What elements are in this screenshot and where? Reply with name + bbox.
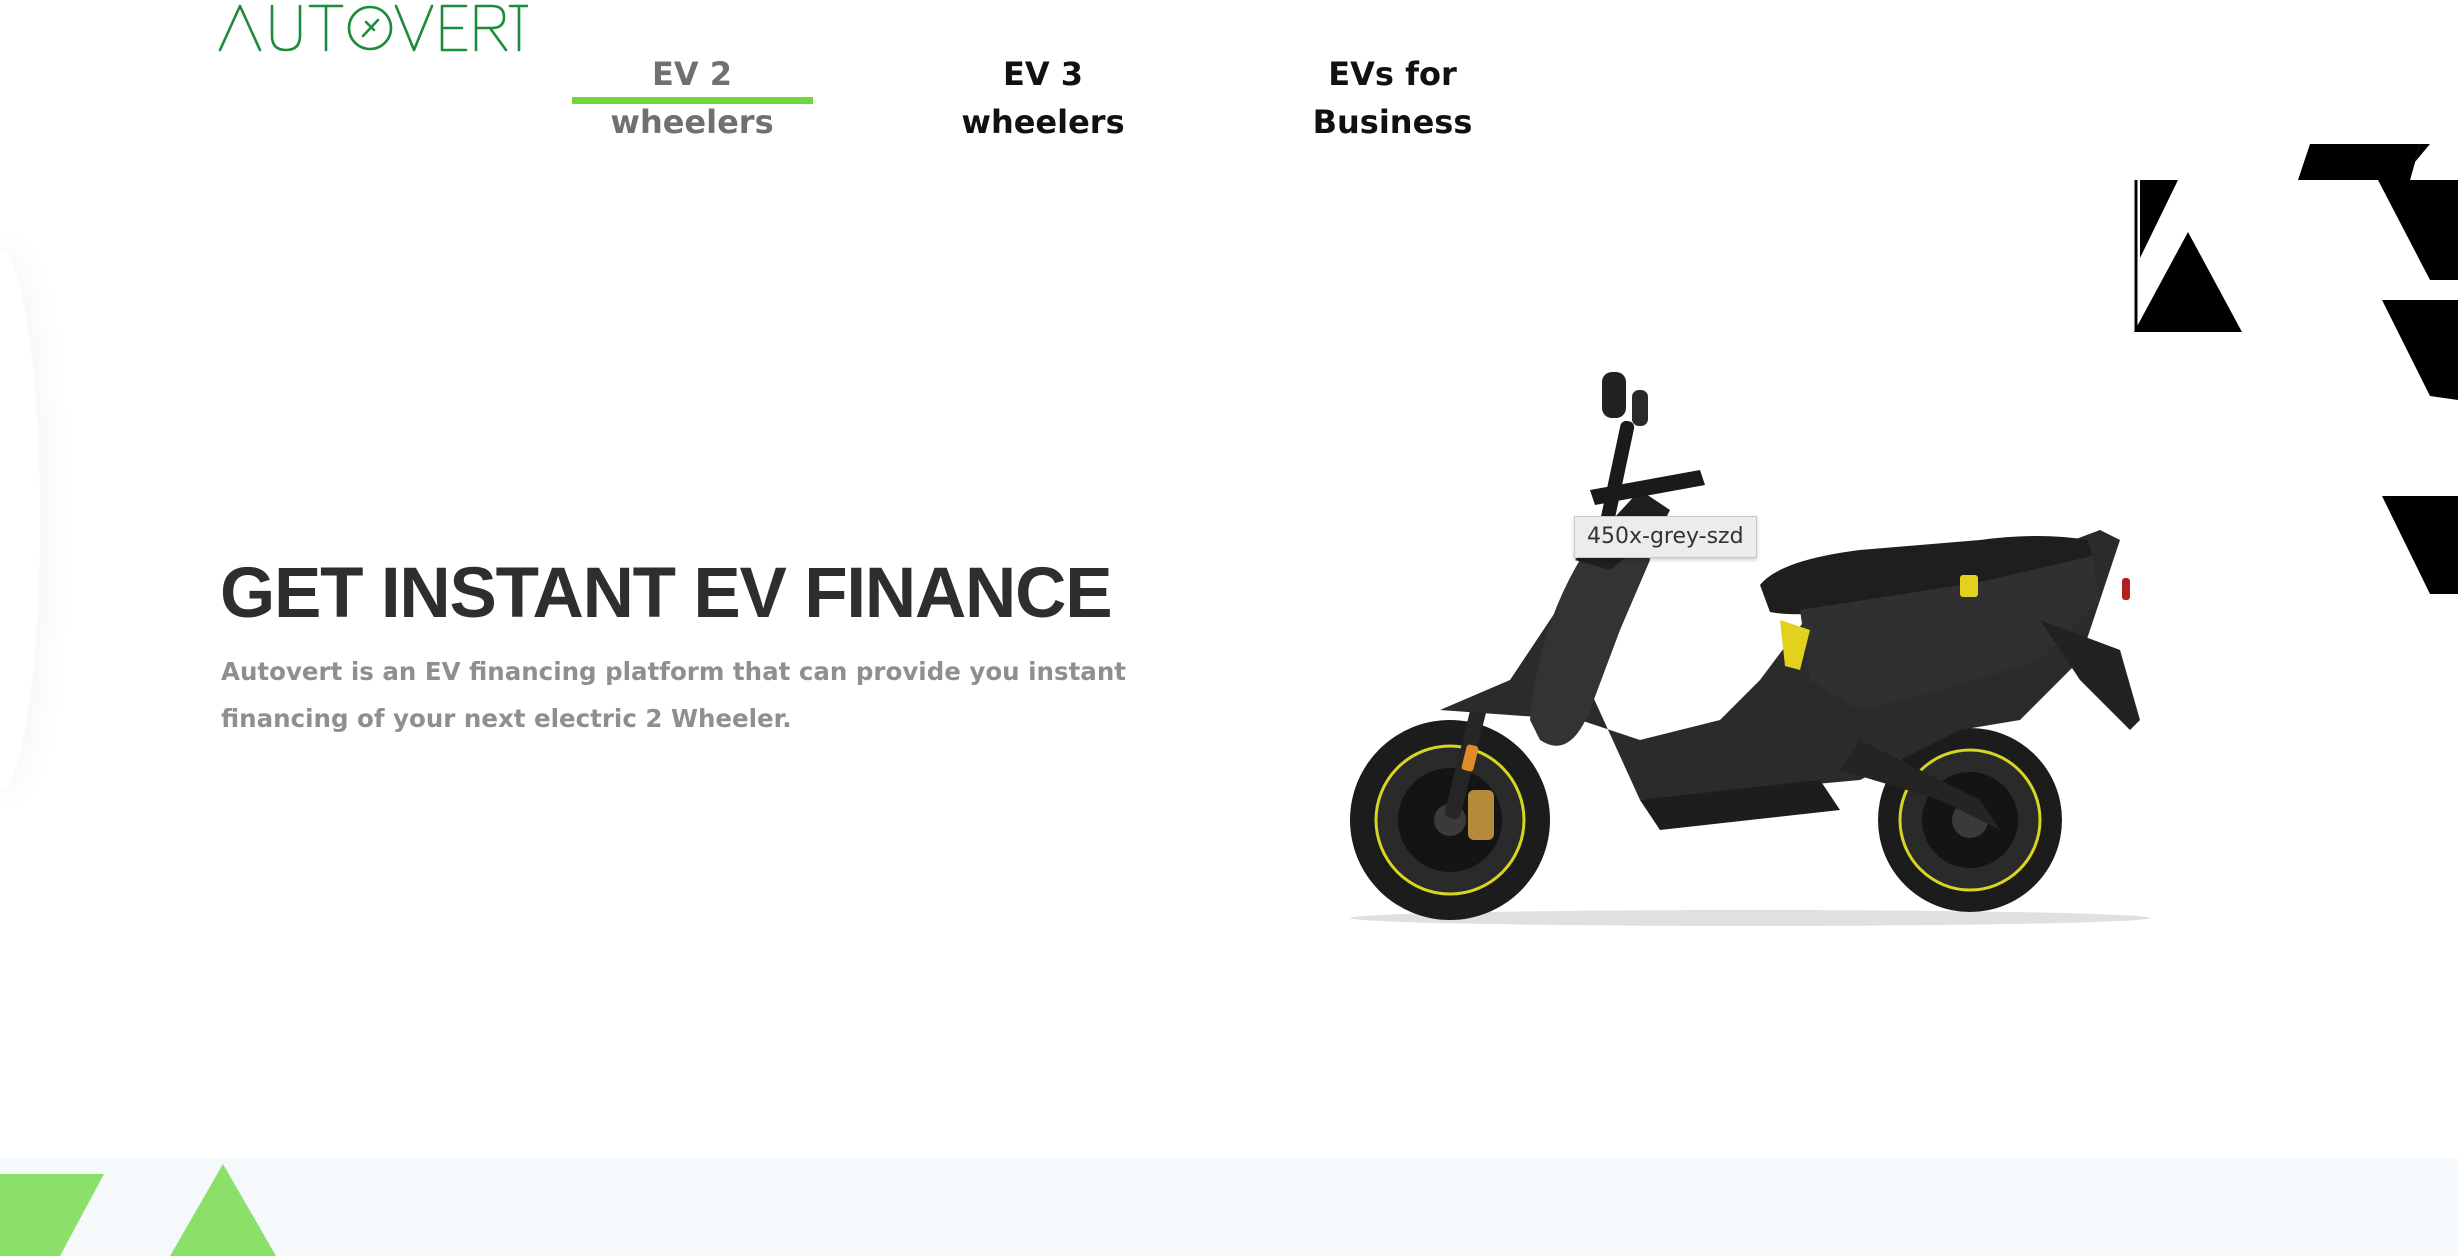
edge-shadow [0,250,40,790]
hero-description: Autovert is an EV financing platform tha… [221,657,1126,733]
tab-ev-3-wheelers[interactable]: EV 3 wheelers [918,50,1168,146]
image-tooltip: 450x-grey-szd [1574,516,1757,558]
page: EV 2 wheelers EV 3 wheelers EVs for Busi… [0,0,2458,1256]
decorative-triangles-black [2134,144,2458,594]
decorative-triangles-green [0,1164,276,1256]
active-tab-indicator [572,97,813,104]
tab-evs-for-business[interactable]: EVs for Business [1280,50,1505,146]
autovert-logo[interactable] [218,0,528,52]
scooter-image [1340,360,2160,940]
hero-title: GET INSTANT EV FINANCE [220,554,1113,633]
bottom-section-background [0,1158,2458,1256]
